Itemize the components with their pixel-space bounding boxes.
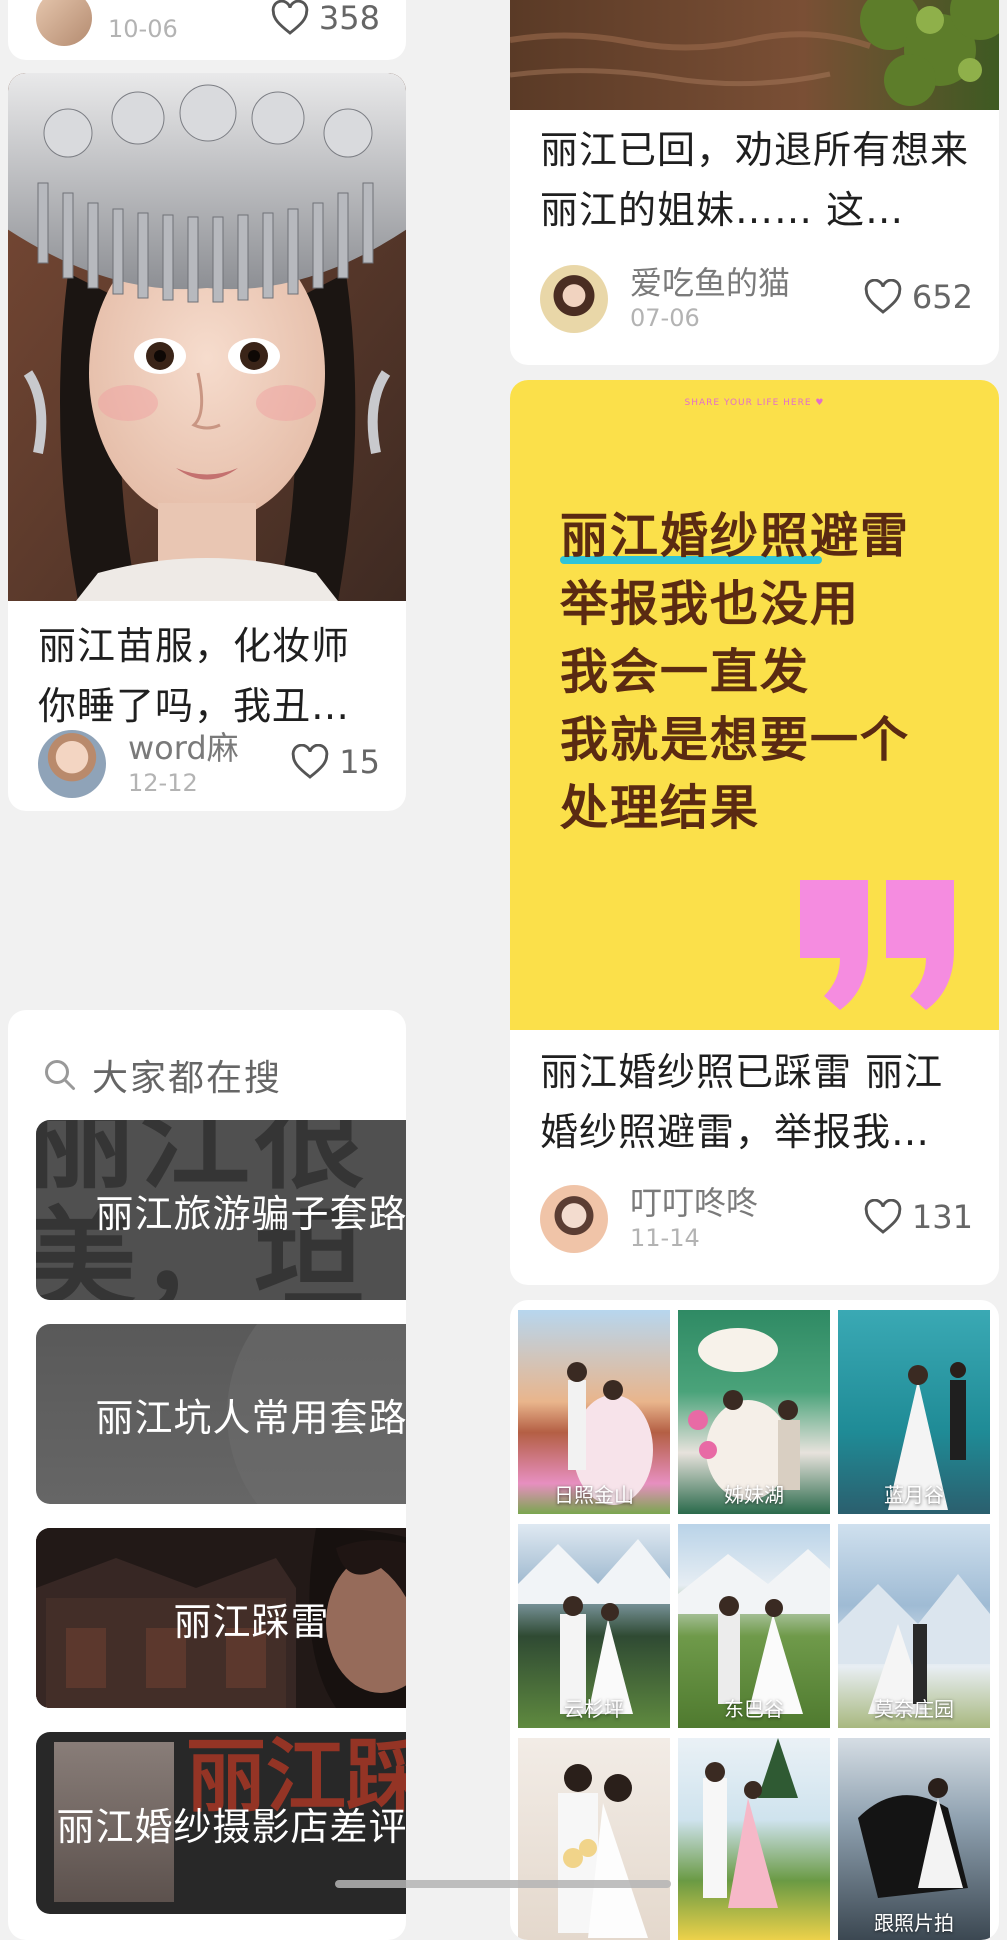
thumbnail-caption: 云杉坪 <box>564 1697 624 1721</box>
author-name: 叮叮咚咚 <box>630 1184 759 1222</box>
heart-icon <box>271 0 309 35</box>
thumbnail-caption: 跟照片拍 <box>874 1911 954 1935</box>
thumbnail-caption: 莫奈庄园 <box>874 1697 954 1721</box>
avatar[interactable] <box>36 0 92 46</box>
quote-mark-icon <box>800 880 954 1010</box>
search-suggestion-label: 丽江坑人常用套路 <box>95 1395 406 1440</box>
poster-line: 丽江婚纱照避雷 <box>560 508 911 564</box>
note-date: 10-06 <box>108 15 178 43</box>
note-author[interactable]: 爱吃鱼的猫 07-06 652 <box>540 265 973 333</box>
like-count: 358 <box>318 0 380 37</box>
heart-icon <box>864 279 902 314</box>
wedding-thumbnail <box>518 1738 670 1940</box>
like-count: 131 <box>911 1198 973 1236</box>
note-card-top-left[interactable]: 10-06 358 <box>8 0 406 60</box>
avatar[interactable] <box>540 1185 608 1253</box>
note-card-miao[interactable]: 丽江苗服，化妆师你睡了吗，我丑得睡不着 … word麻 12-12 15 <box>8 73 406 811</box>
search-icon <box>45 1060 75 1090</box>
like-button[interactable]: 652 <box>864 277 973 317</box>
portrait-photo <box>8 73 406 601</box>
wedding-thumbnail: 云杉坪 <box>518 1524 670 1728</box>
search-header-label: 大家都在搜 <box>92 1058 283 1099</box>
note-title[interactable]: 丽江苗服，化妆师你睡了吗，我丑得睡不着 … <box>38 616 378 736</box>
note-author[interactable]: word麻 12-12 15 <box>38 730 380 798</box>
search-suggestion-label: 丽江旅游骗子套路 <box>95 1191 406 1236</box>
poster-line: 我就是想要一个 <box>560 712 911 768</box>
wedding-thumbnail <box>678 1738 830 1940</box>
note-author[interactable]: 叮叮咚咚 11-14 131 <box>540 1185 973 1253</box>
search-header: 大家都在搜 <box>42 1050 282 1100</box>
search-suggestion-label: 丽江踩雷 <box>173 1599 330 1644</box>
thumbnail-caption: 东巴谷 <box>724 1697 784 1721</box>
thumbnail-caption: 蓝月谷 <box>884 1483 944 1507</box>
search-suggestion-item[interactable]: 丽江很美，坦套路 丽江旅游骗子套路 <box>36 1120 406 1300</box>
home-indicator[interactable] <box>335 1880 671 1888</box>
poster-small-text: SHARE YOUR LIFE HERE ♥ <box>684 398 825 408</box>
thumbnail-caption: 日照金山 <box>554 1483 634 1507</box>
poster-text-block: 丽江婚纱照避雷 举报我也没用 我会一直发 我就是想要一个 处理结果 <box>560 502 910 842</box>
poster-line: 举报我也没用 <box>560 576 861 632</box>
wedding-thumbnail: 姊妹湖 <box>678 1310 830 1514</box>
heart-icon <box>292 744 329 779</box>
search-suggestion-item[interactable]: 丽江坑人常用套路 <box>36 1324 406 1504</box>
like-button[interactable]: 131 <box>864 1197 973 1237</box>
like-button[interactable]: 358 <box>271 0 380 38</box>
note-cover-image: SHARE YOUR LIFE HERE ♥ 丽江婚纱照避雷 举报我也没用 我会… <box>510 380 999 1030</box>
wedding-thumbnail: 跟照片拍 <box>838 1738 990 1940</box>
note-card-lijiang-back[interactable]: 丽江已回，劝退所有想来丽江的姐妹…… 这… 爱吃鱼的猫 07-06 652 <box>510 0 999 365</box>
wedding-thumbnail: 莫奈庄园 <box>838 1524 990 1728</box>
note-cover-image <box>510 0 999 110</box>
note-card-wedding-grid[interactable]: 日照金山 姊妹湖 蓝月谷 云杉坪 东巴谷 莫奈庄园 跟照片拍 <box>510 1300 999 1940</box>
search-suggestion-item[interactable]: 丽江踩雷 <box>36 1528 406 1708</box>
author-name: word麻 <box>128 729 239 767</box>
poster-line: 我会一直发 <box>560 644 811 700</box>
note-date: 12-12 <box>128 769 198 797</box>
note-title[interactable]: 丽江婚纱照已踩雷 丽江婚纱照避雷，举报我… <box>540 1042 971 1162</box>
like-count: 15 <box>339 743 380 781</box>
like-count: 652 <box>911 278 973 316</box>
author-name: 爱吃鱼的猫 <box>630 264 791 302</box>
note-card-wedding-warning[interactable]: SHARE YOUR LIFE HERE ♥ 丽江婚纱照避雷 举报我也没用 我会… <box>510 380 999 1285</box>
search-suggestions-card: 大家都在搜 丽江很美，坦套路 丽江旅游骗子套路 丽江坑人常用套路 丽江踩雷 丽江… <box>8 1010 406 1940</box>
note-date: 07-06 <box>630 304 700 332</box>
wedding-thumbnail: 蓝月谷 <box>838 1310 990 1514</box>
thumbnail-caption: 姊妹湖 <box>724 1483 784 1507</box>
like-button[interactable]: 15 <box>291 742 380 782</box>
avatar[interactable] <box>540 265 608 333</box>
search-suggestion-label: 丽江婚纱摄影店差评… <box>56 1804 406 1849</box>
note-date: 11-14 <box>630 1224 700 1252</box>
note-cover-image <box>8 73 406 601</box>
avatar[interactable] <box>38 730 106 798</box>
heart-icon <box>864 1199 902 1234</box>
note-title[interactable]: 丽江已回，劝退所有想来丽江的姐妹…… 这… <box>540 120 971 240</box>
poster-line: 处理结果 <box>560 780 761 836</box>
wedding-thumbnail: 东巴谷 <box>678 1524 830 1728</box>
water-photo <box>510 0 999 110</box>
wedding-thumbnail: 日照金山 <box>518 1310 670 1514</box>
